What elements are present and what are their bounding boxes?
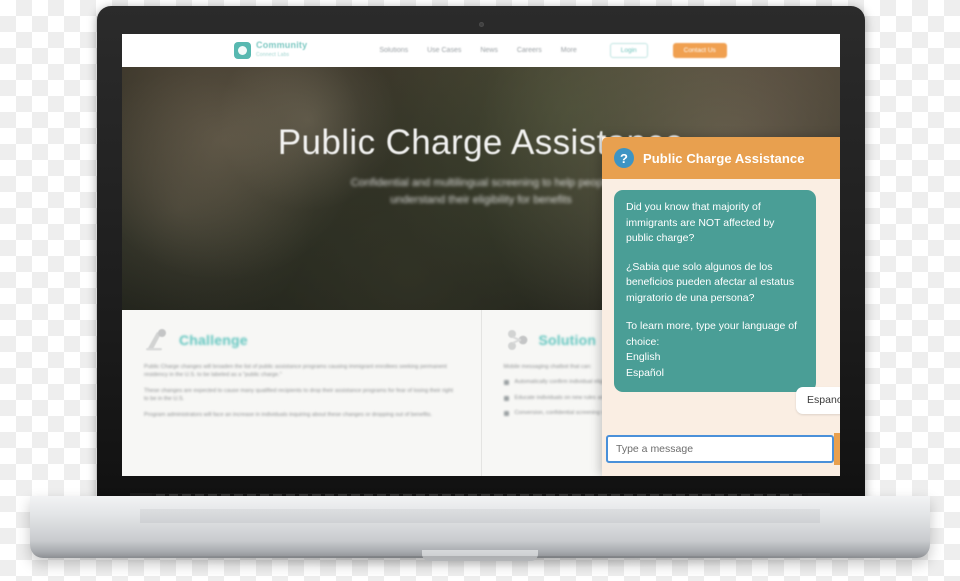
logo-name: Community <box>256 40 308 50</box>
challenge-card-body: Public Charge changes will broaden the l… <box>144 363 459 419</box>
webcam-icon <box>479 22 484 27</box>
laptop-palmrest <box>140 509 820 523</box>
laptop-screen: Community Connect Labs Solutions Use Cas… <box>122 34 840 476</box>
challenge-card: Challenge Public Charge changes will bro… <box>122 310 481 476</box>
user-message-bubble: Espanol <box>796 387 840 414</box>
logo-subtitle: Connect Labs <box>256 51 290 58</box>
contact-us-button[interactable]: Contact Us <box>672 43 727 58</box>
laptop-lid: Community Connect Labs Solutions Use Cas… <box>97 6 865 502</box>
solution-card-title: Solution <box>538 332 597 348</box>
chat-footer <box>602 427 840 476</box>
site-navbar: Community Connect Labs Solutions Use Cas… <box>122 34 840 67</box>
megaphone-icon <box>146 329 166 351</box>
logo-text: Community Connect Labs <box>256 40 308 60</box>
bot-message-paragraph-2: ¿Sabia que solo algunos de los beneficio… <box>626 260 795 304</box>
chat-message-input[interactable] <box>606 435 834 463</box>
challenge-card-header: Challenge <box>144 328 459 352</box>
challenge-paragraph-3: Program administrators will face an incr… <box>144 411 432 418</box>
bot-message-paragraph-3: To learn more, type your language of cho… <box>626 319 804 381</box>
bot-message-paragraph-1: Did you know that majority of immigrants… <box>626 201 775 244</box>
nav-link-solutions[interactable]: Solutions <box>379 47 408 54</box>
logo-mark-icon <box>234 42 251 59</box>
nav-link-more[interactable]: More <box>561 47 577 54</box>
bot-message-prompt: To learn more, type your language of cho… <box>626 320 798 348</box>
close-icon[interactable]: ✕ <box>835 149 840 168</box>
nav-link-careers[interactable]: Careers <box>517 47 542 54</box>
laptop-shadow <box>40 556 920 568</box>
laptop-base <box>30 496 930 558</box>
question-mark-icon: ? <box>614 148 634 168</box>
challenge-card-title: Challenge <box>179 332 248 348</box>
send-button[interactable] <box>834 433 840 465</box>
challenge-paragraph-1: Public Charge changes will broaden the l… <box>144 364 447 379</box>
chat-header: ? Public Charge Assistance ✕ <box>602 137 840 179</box>
network-icon <box>507 330 527 350</box>
website-page: Community Connect Labs Solutions Use Cas… <box>122 34 840 476</box>
language-option-espanol[interactable]: Español <box>626 366 804 382</box>
chat-message-list: Did you know that majority of immigrants… <box>602 179 840 427</box>
nav-link-news[interactable]: News <box>480 47 498 54</box>
language-option-english[interactable]: English <box>626 350 804 366</box>
chat-title: Public Charge Assistance <box>643 150 805 166</box>
nav-link-use-cases[interactable]: Use Cases <box>427 47 461 54</box>
site-logo[interactable]: Community Connect Labs <box>234 40 308 60</box>
login-button[interactable]: Login <box>609 43 648 58</box>
bot-message-bubble: Did you know that majority of immigrants… <box>614 190 816 392</box>
challenge-paragraph-2: These changes are expected to cause many… <box>144 387 454 403</box>
nav-links: Solutions Use Cases News Careers More Lo… <box>379 43 727 58</box>
laptop-mockup: Community Connect Labs Solutions Use Cas… <box>0 0 960 581</box>
chat-widget: ? Public Charge Assistance ✕ Did you kno… <box>602 137 840 476</box>
